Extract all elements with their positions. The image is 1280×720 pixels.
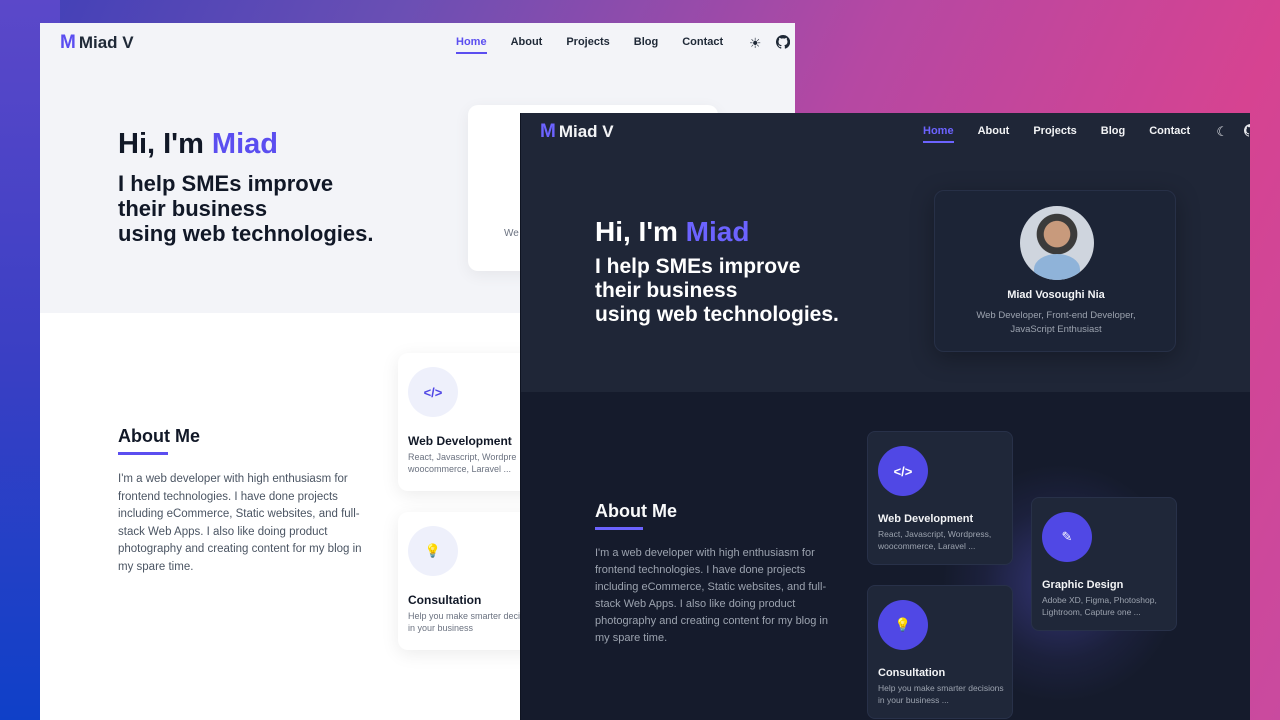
hero-tagline-line: using web technologies.	[595, 303, 839, 326]
nav-home[interactable]: Home	[923, 125, 954, 143]
service-title: Graphic Design	[1042, 579, 1124, 591]
profile-role-fragment: We	[504, 228, 519, 239]
nav-projects[interactable]: Projects	[566, 36, 609, 51]
about-underline	[118, 452, 168, 455]
hero-tagline-line: I help SMEs improve	[595, 255, 801, 278]
about-text: I'm a web developer with high enthusiasm…	[595, 547, 828, 644]
nav-about[interactable]: About	[511, 36, 543, 51]
hero-greeting: Hi, I'm	[595, 216, 686, 247]
moon-icon[interactable]: ☾	[1214, 124, 1230, 140]
logo-text: Miad V	[558, 122, 614, 141]
code-window-icon: </>	[408, 367, 458, 417]
profile-role-line: JavaScript Enthusiast	[1010, 324, 1102, 335]
hero-greeting: Hi, I'm	[118, 128, 212, 160]
avatar	[1020, 206, 1094, 280]
nav-blog[interactable]: Blog	[634, 36, 658, 51]
lightbulb-icon: 💡	[408, 526, 458, 576]
service-title: Consultation	[878, 667, 946, 679]
service-desc: React, Javascript, Wordpress, woocommerc…	[878, 529, 992, 551]
logo[interactable]: M Miad V	[60, 32, 134, 54]
hero-tagline-line: I help SMEs improve	[118, 171, 334, 196]
service-title: Web Development	[878, 513, 974, 525]
nav-about[interactable]: About	[978, 125, 1010, 140]
nav-home[interactable]: Home	[456, 36, 487, 54]
hero-name: Miad	[685, 216, 750, 247]
main-nav: Home About Projects Blog Contact ☀	[456, 34, 795, 54]
dark-theme-window: M Miad V Home About Projects Blog Contac…	[520, 113, 1250, 720]
hero-tagline-line: their business	[118, 196, 268, 221]
hero-tagline-line: their business	[595, 279, 738, 302]
hero-heading: Hi, I'm Miad	[595, 216, 749, 248]
profile-card: Miad Vosoughi Nia Web Developer, Front-e…	[934, 190, 1176, 352]
profile-role: Web Developer, Front-end Developer, Java…	[955, 309, 1157, 337]
logo-text: Miad V	[78, 33, 134, 52]
logo-mark: M	[60, 32, 76, 53]
github-icon[interactable]	[1242, 124, 1250, 140]
profile-role-line: Web Developer, Front-end Developer,	[976, 310, 1136, 321]
service-card-graphic-design[interactable]: ✎ Graphic Design Adobe XD, Figma, Photos…	[1031, 497, 1177, 631]
about-title: About Me	[118, 426, 200, 446]
hero-tagline-line: using web technologies.	[118, 221, 374, 246]
service-title: Web Development	[408, 434, 512, 448]
service-desc: Adobe XD, Figma, Photoshop, Lightroom, C…	[1042, 595, 1157, 617]
code-window-icon: </>	[878, 446, 928, 496]
about-text: I'm a web developer with high enthusiasm…	[118, 473, 362, 573]
profile-name: Miad Vosoughi Nia	[1007, 289, 1105, 301]
logo-mark: M	[540, 121, 556, 142]
main-nav: Home About Projects Blog Contact ☾	[923, 124, 1250, 143]
github-icon[interactable]	[775, 34, 791, 51]
nav-contact[interactable]: Contact	[1149, 125, 1190, 140]
nav-projects[interactable]: Projects	[1033, 125, 1076, 140]
about-title: About Me	[595, 501, 677, 521]
service-title: Consultation	[408, 593, 482, 607]
hero-tagline: I help SMEs improve their business using…	[118, 171, 418, 246]
sun-icon[interactable]: ☀	[747, 35, 763, 51]
about-underline	[595, 527, 643, 530]
service-desc: Help you make smarter decisions in your …	[878, 683, 1004, 705]
service-card-consultation[interactable]: 💡 Consultation Help you make smarter dec…	[867, 585, 1013, 719]
nav-blog[interactable]: Blog	[1101, 125, 1125, 140]
design-tools-icon: ✎	[1042, 512, 1092, 562]
hero-tagline: I help SMEs improve their business using…	[595, 255, 895, 327]
logo[interactable]: M Miad V	[540, 121, 614, 143]
service-card-web-development[interactable]: </> Web Development React, Javascript, W…	[867, 431, 1013, 565]
lightbulb-icon: 💡	[878, 600, 928, 650]
hero-name: Miad	[211, 128, 278, 160]
hero-heading: Hi, I'm Miad	[118, 128, 278, 161]
nav-contact[interactable]: Contact	[682, 36, 723, 51]
